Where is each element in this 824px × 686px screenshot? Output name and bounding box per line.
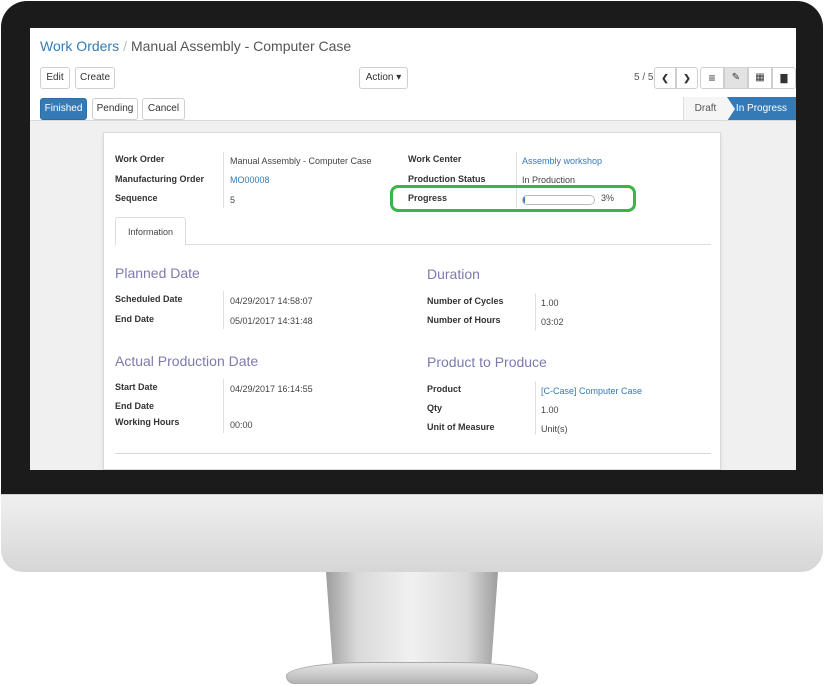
actual-end-date-label: End Date xyxy=(115,401,155,411)
calendar-view-button[interactable]: ▦ xyxy=(748,67,772,89)
manufacturing-order-label: Manufacturing Order xyxy=(115,174,205,184)
work-order-label: Work Order xyxy=(115,154,165,164)
list-icon: ≡ xyxy=(708,71,716,85)
status-bar: Finished Pending Cancel Draft In Progres… xyxy=(30,97,796,121)
working-hours-label: Working Hours xyxy=(115,417,180,427)
field-divider xyxy=(535,381,536,435)
product-label: Product xyxy=(427,384,462,394)
product-link[interactable]: [C-Case] Computer Case xyxy=(541,386,642,396)
chevron-left-icon: ❮ xyxy=(661,73,669,83)
qty-label: Qty xyxy=(427,403,443,413)
breadcrumb-separator: / xyxy=(123,38,127,54)
cancel-button[interactable]: Cancel xyxy=(142,98,185,120)
production-status-label: Production Status xyxy=(408,174,486,184)
number-of-cycles-label: Number of Cycles xyxy=(427,296,504,306)
monitor-chin xyxy=(1,494,823,572)
pager-next-button[interactable]: ❯ xyxy=(676,67,698,89)
sheet-divider xyxy=(115,453,711,454)
planned-end-date-label: End Date xyxy=(115,314,155,324)
edit-button[interactable]: Edit xyxy=(40,67,70,89)
manufacturing-order-link[interactable]: MO00008 xyxy=(230,175,270,185)
screen: Work Orders / Manual Assembly - Computer C… xyxy=(30,28,796,470)
edit-form-icon: ✎ xyxy=(731,72,741,83)
work-order-value: Manual Assembly - Computer Case xyxy=(230,156,372,166)
control-panel: Work Orders / Manual Assembly - Computer C… xyxy=(30,28,796,98)
create-button[interactable]: Create xyxy=(75,67,115,89)
field-divider xyxy=(223,291,224,329)
monitor: Work Orders / Manual Assembly - Computer C… xyxy=(0,0,824,686)
number-of-hours-label: Number of Hours xyxy=(427,315,501,325)
planned-end-date-value: 05/01/2017 14:31:48 xyxy=(230,316,313,326)
form-sheet: Work Order Manufacturing Order Sequence … xyxy=(103,132,721,470)
sequence-value: 5 xyxy=(230,195,236,205)
monitor-stand-base xyxy=(286,662,538,684)
number-of-cycles-value: 1.00 xyxy=(541,298,559,308)
chevron-right-icon: ❯ xyxy=(683,73,691,83)
breadcrumb-work-orders[interactable]: Work Orders xyxy=(40,38,119,54)
duration-title: Duration xyxy=(427,266,480,282)
scheduled-date-label: Scheduled Date xyxy=(115,294,183,304)
stage-in-progress[interactable]: In Progress xyxy=(727,97,796,121)
calendar-icon: ▦ xyxy=(755,72,765,83)
form-view-button[interactable]: ✎ xyxy=(724,67,748,89)
field-divider xyxy=(223,152,224,208)
notebook-tabs: Information xyxy=(115,217,711,246)
monitor-stand-neck xyxy=(326,572,498,668)
pending-button[interactable]: Pending xyxy=(92,98,138,120)
qty-value: 1.00 xyxy=(541,405,559,415)
scheduled-date-value: 04/29/2017 14:58:07 xyxy=(230,296,313,306)
breadcrumb: Work Orders / Manual Assembly - Computer C… xyxy=(40,38,351,54)
unit-of-measure-value: Unit(s) xyxy=(541,424,568,434)
work-center-label: Work Center xyxy=(408,154,462,164)
unit-of-measure-label: Unit of Measure xyxy=(427,422,495,432)
breadcrumb-current: Manual Assembly - Computer Case xyxy=(130,38,352,54)
start-date-label: Start Date xyxy=(115,382,158,392)
stage-draft[interactable]: Draft xyxy=(683,97,727,120)
tab-information[interactable]: Information xyxy=(115,217,187,246)
planned-date-title: Planned Date xyxy=(115,265,200,281)
actual-production-date-title: Actual Production Date xyxy=(115,353,259,369)
graph-view-button[interactable]: ▇ xyxy=(772,67,796,89)
field-divider xyxy=(223,379,224,433)
working-hours-value: 00:00 xyxy=(230,420,253,430)
sequence-label: Sequence xyxy=(115,193,158,203)
field-divider xyxy=(535,293,536,331)
bar-chart-icon: ▇ xyxy=(780,73,788,83)
list-view-button[interactable]: ≡ xyxy=(700,67,724,89)
finished-button[interactable]: Finished xyxy=(40,98,87,120)
pager-counter: 5 / 5 xyxy=(634,72,654,83)
progress-highlight-annotation xyxy=(390,185,636,212)
action-dropdown[interactable]: Action ▾ xyxy=(359,67,408,89)
production-status-value: In Production xyxy=(522,175,576,185)
product-to-produce-title: Product to Produce xyxy=(427,354,547,370)
number-of-hours-value: 03:02 xyxy=(541,317,564,327)
work-center-link[interactable]: Assembly workshop xyxy=(522,156,602,166)
pager-previous-button[interactable]: ❮ xyxy=(654,67,676,89)
start-date-value: 04/29/2017 16:14:55 xyxy=(230,384,313,394)
